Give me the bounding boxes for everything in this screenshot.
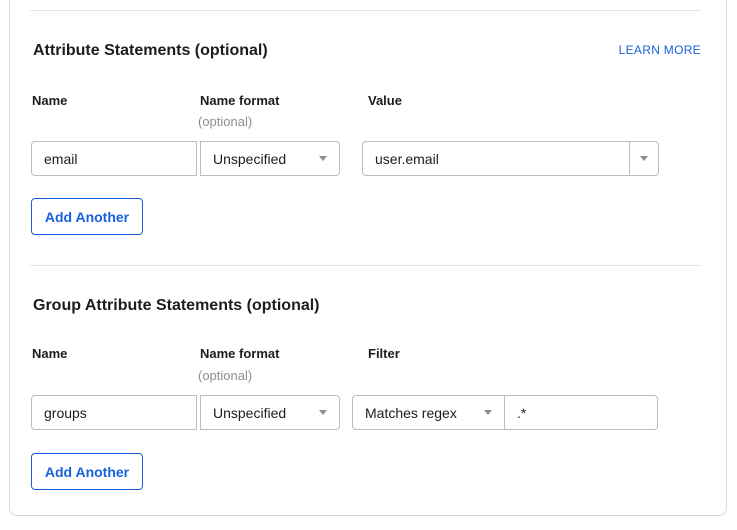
section-divider xyxy=(30,10,701,11)
column-header-name-format: Name format xyxy=(200,347,279,360)
attribute-value-dropdown-button[interactable] xyxy=(629,141,659,176)
select-value: Unspecified xyxy=(213,405,319,421)
column-header-value: Value xyxy=(368,94,402,107)
group-attribute-name-format-select[interactable]: Unspecified xyxy=(200,395,340,430)
attribute-value-combobox xyxy=(362,141,659,176)
add-another-group-attribute-button[interactable]: Add Another xyxy=(31,453,143,490)
column-header-filter: Filter xyxy=(368,347,400,360)
column-header-name: Name xyxy=(32,347,67,360)
attribute-statements-title: Attribute Statements (optional) xyxy=(33,42,268,59)
chevron-down-icon xyxy=(484,410,492,415)
select-value: Matches regex xyxy=(365,405,484,421)
group-filter-value-input[interactable] xyxy=(504,395,658,430)
group-filter-type-select[interactable]: Matches regex xyxy=(352,395,505,430)
chevron-down-icon xyxy=(319,410,327,415)
section-divider xyxy=(30,265,701,266)
learn-more-link[interactable]: LEARN MORE xyxy=(619,43,701,57)
column-header-name-format: Name format xyxy=(200,94,279,107)
attribute-name-format-select[interactable]: Unspecified xyxy=(200,141,340,176)
saml-settings-card: Attribute Statements (optional) LEARN MO… xyxy=(9,0,727,516)
name-format-optional-note: (optional) xyxy=(198,115,252,129)
group-attribute-statements-title: Group Attribute Statements (optional) xyxy=(33,297,320,314)
name-format-optional-note: (optional) xyxy=(198,369,252,383)
attribute-value-input[interactable] xyxy=(362,141,630,176)
select-value: Unspecified xyxy=(213,151,319,167)
add-another-attribute-button[interactable]: Add Another xyxy=(31,198,143,235)
chevron-down-icon xyxy=(319,156,327,161)
chevron-down-icon xyxy=(640,156,648,161)
attribute-name-input[interactable] xyxy=(31,141,197,176)
group-attribute-name-input[interactable] xyxy=(31,395,197,430)
column-header-name: Name xyxy=(32,94,67,107)
